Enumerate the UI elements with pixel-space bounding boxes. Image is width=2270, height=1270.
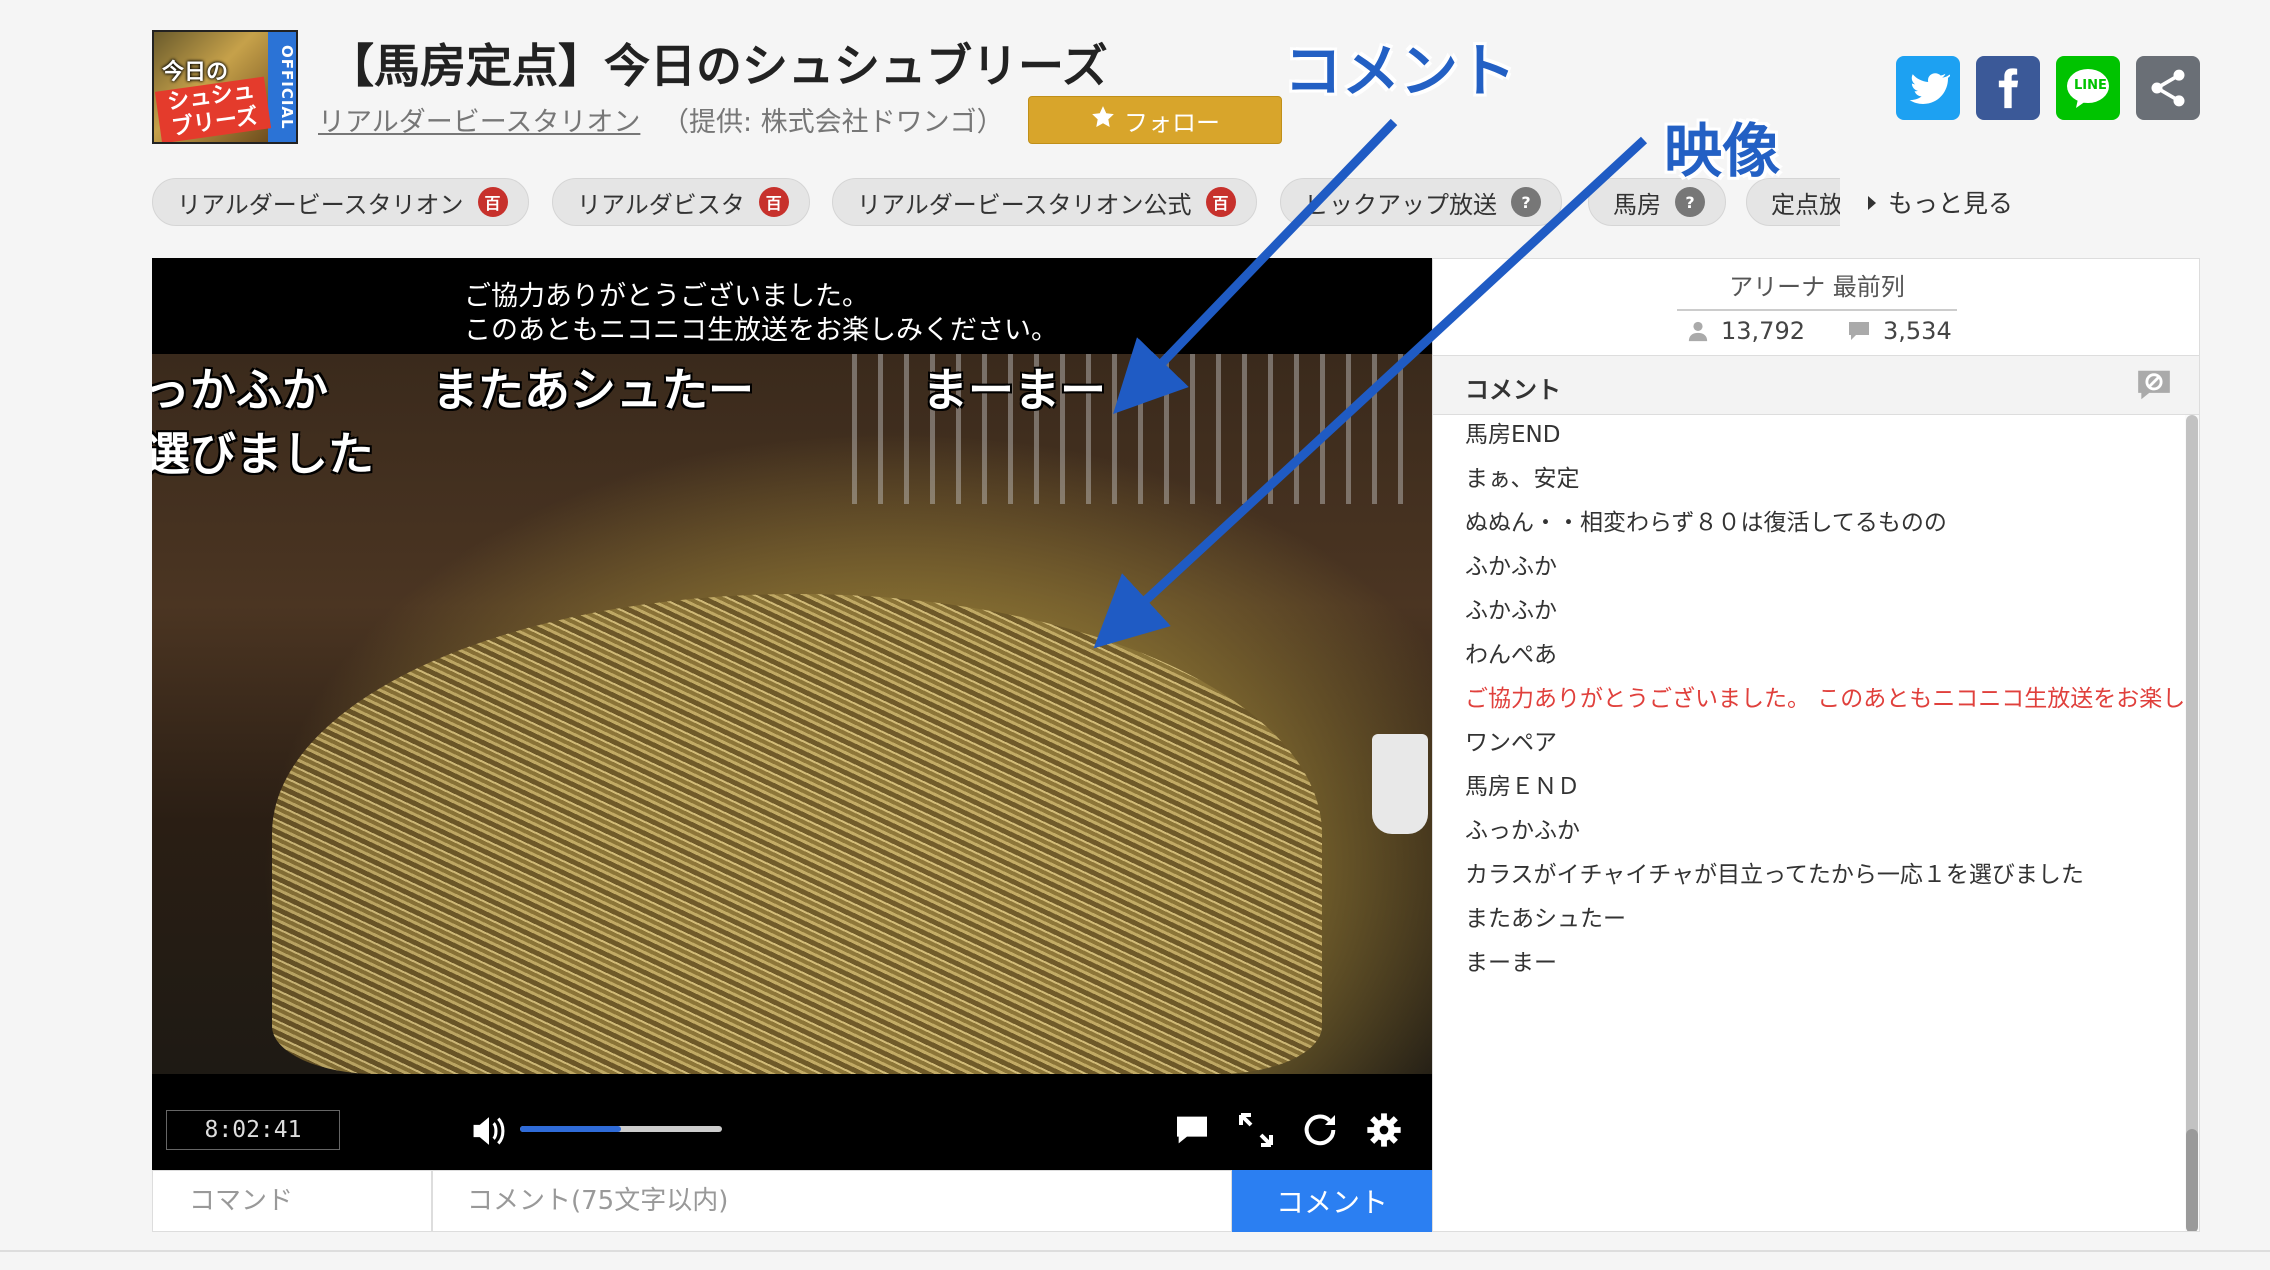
viewer-count-value: 13,792 (1721, 317, 1805, 345)
time-display: 8:02:41 (166, 1110, 340, 1150)
command-input[interactable]: コマンド (152, 1170, 432, 1232)
tag-help-icon[interactable]: ? (1511, 187, 1541, 217)
comment-toggle-icon[interactable] (1172, 1110, 1212, 1150)
comment-item[interactable]: わんぺあ (1465, 635, 1557, 669)
comment-list[interactable]: 馬房END まぁ、安定 ぬぬん・・相変わらず８０は復活してるものの ふかふか ふ… (1433, 415, 2185, 1231)
tag-lock-icon[interactable]: 百 (758, 187, 789, 217)
water-bucket (1372, 734, 1428, 834)
tag-item[interactable]: ピックアップ放送 ? (1280, 178, 1562, 226)
star-icon (1090, 104, 1116, 136)
thumbnail-text-2: シュシュ ブリーズ (154, 76, 272, 142)
tag-label: 定点放送 (1771, 190, 1840, 219)
tag-label: ピックアップ放送 (1305, 190, 1497, 219)
comment-item[interactable]: またあシュたー (1465, 899, 1626, 933)
follow-button[interactable]: フォロー (1028, 96, 1282, 144)
flowing-comment: またあシュたー (432, 363, 754, 417)
flowing-comment: 選びました (152, 427, 374, 481)
tag-label: 馬房 (1613, 190, 1661, 219)
comment-panel-title: コメント (1465, 376, 1561, 404)
annotation-video-label: 映像 (1664, 117, 1781, 185)
line-label: LINE (2074, 78, 2107, 93)
system-comment-item[interactable]: ご協力ありがとうございました。 このあともニコニコ生放送をお楽しみください。 (1465, 679, 2185, 713)
comment-item[interactable]: 馬房END (1465, 415, 1560, 449)
volume-icon[interactable] (470, 1114, 508, 1152)
settings-gear-icon[interactable] (1364, 1110, 1404, 1150)
comment-item[interactable]: 馬房ＥＮＤ (1465, 767, 1580, 801)
flowing-comment: まーまー (922, 363, 1106, 417)
comment-item[interactable]: まぁ、安定 (1465, 459, 1580, 493)
comment-panel-header: コメント (1433, 355, 2199, 415)
straw-pile (272, 594, 1322, 1074)
tag-label: リアルダービースタリオン (177, 190, 464, 219)
provider-note: （提供: 株式会社ドワンゴ） (662, 107, 1004, 138)
tag-lock-icon[interactable]: 百 (477, 187, 508, 217)
comment-submit-button[interactable]: コメント (1232, 1170, 1432, 1232)
share-button[interactable] (2136, 56, 2200, 120)
seat-label: アリーナ 最前列 (1729, 273, 1905, 301)
divider (0, 1250, 2270, 1252)
comment-scrollbar-end (2186, 1129, 2198, 1231)
comment-item[interactable]: ふっかふか (1465, 811, 1580, 845)
more-tags-label: もっと見る (1888, 189, 2014, 218)
player-notice-line-2: このあともニコニコ生放送をお楽しみください。 (464, 315, 1058, 346)
comment-item[interactable]: ふかふか (1465, 547, 1557, 581)
tag-label: リアルダービースタリオン公式 (857, 190, 1192, 219)
line-button[interactable]: LINE (2056, 56, 2120, 120)
hide-comments-icon[interactable] (2135, 366, 2173, 404)
comment-item[interactable]: ぬぬん・・相変わらず８０は復活してるものの (1465, 503, 1947, 537)
comment-item[interactable]: ワンペア (1465, 723, 1557, 757)
reload-icon[interactable] (1300, 1110, 1340, 1150)
flowing-comment: っかふか (152, 363, 328, 417)
tag-item[interactable]: リアルダービースタリオン 百 (152, 178, 529, 226)
tag-lock-icon[interactable]: 百 (1205, 187, 1236, 217)
comment-count: 3,534 (1847, 317, 1952, 345)
comment-input[interactable]: コメント(75文字以内) (432, 1170, 1232, 1232)
follow-label: フォロー (1124, 108, 1220, 137)
comment-bubble-icon (1849, 322, 1869, 340)
chevron-right-icon (1866, 188, 1878, 217)
tag-help-icon[interactable]: ? (1675, 187, 1705, 217)
facebook-button[interactable] (1976, 56, 2040, 120)
video-player[interactable]: ご協力ありがとうございました。 このあともニコニコ生放送をお楽しみください。 っ… (152, 258, 1432, 1170)
comment-item[interactable]: カラスがイチャイチャが目立ってたから一応１を選びました (1465, 855, 2084, 889)
comment-scrollbar-thumb[interactable] (2186, 415, 2198, 1231)
provider-link[interactable]: リアルダービースタリオン (318, 100, 640, 139)
comment-item[interactable]: まーまー (1465, 943, 1557, 977)
comment-item[interactable]: ふかふか (1465, 591, 1557, 625)
volume-slider[interactable] (520, 1126, 722, 1132)
facebook-icon (1998, 68, 2019, 109)
twitter-icon (1909, 73, 1950, 104)
comment-count-value: 3,534 (1883, 317, 1952, 345)
tag-item[interactable]: リアルダービースタリオン公式 百 (832, 178, 1257, 226)
annotation-comment-label: コメント (1284, 37, 1517, 105)
tag-item[interactable]: リアルダビスタ 百 (552, 178, 810, 226)
channel-thumbnail[interactable]: OFFICIAL 今日の シュシュ ブリーズ (152, 30, 298, 144)
viewer-count: 13,792 (1687, 317, 1805, 345)
thumbnail-text-1: 今日の (162, 60, 229, 85)
comment-panel: アリーナ 最前列 13,792 3,534 コメント 馬房END まぁ、安定 ぬ… (1432, 258, 2200, 1232)
official-label: OFFICIAL (268, 32, 296, 142)
person-icon (1688, 321, 1708, 342)
tag-label: リアルダビスタ (577, 190, 745, 219)
twitter-button[interactable] (1896, 56, 1960, 120)
page-title: 【馬房定点】今日のシュシュブリーズ (328, 39, 1108, 93)
tag-list: リアルダービースタリオン 百 リアルダビスタ 百 リアルダービースタリオン公式 … (150, 170, 1840, 234)
volume-fill (520, 1126, 621, 1132)
share-icon (2151, 69, 2185, 107)
divider (1677, 309, 1957, 311)
fullscreen-icon[interactable] (1236, 1110, 1276, 1150)
more-tags-button[interactable]: もっと見る (1842, 170, 2062, 234)
